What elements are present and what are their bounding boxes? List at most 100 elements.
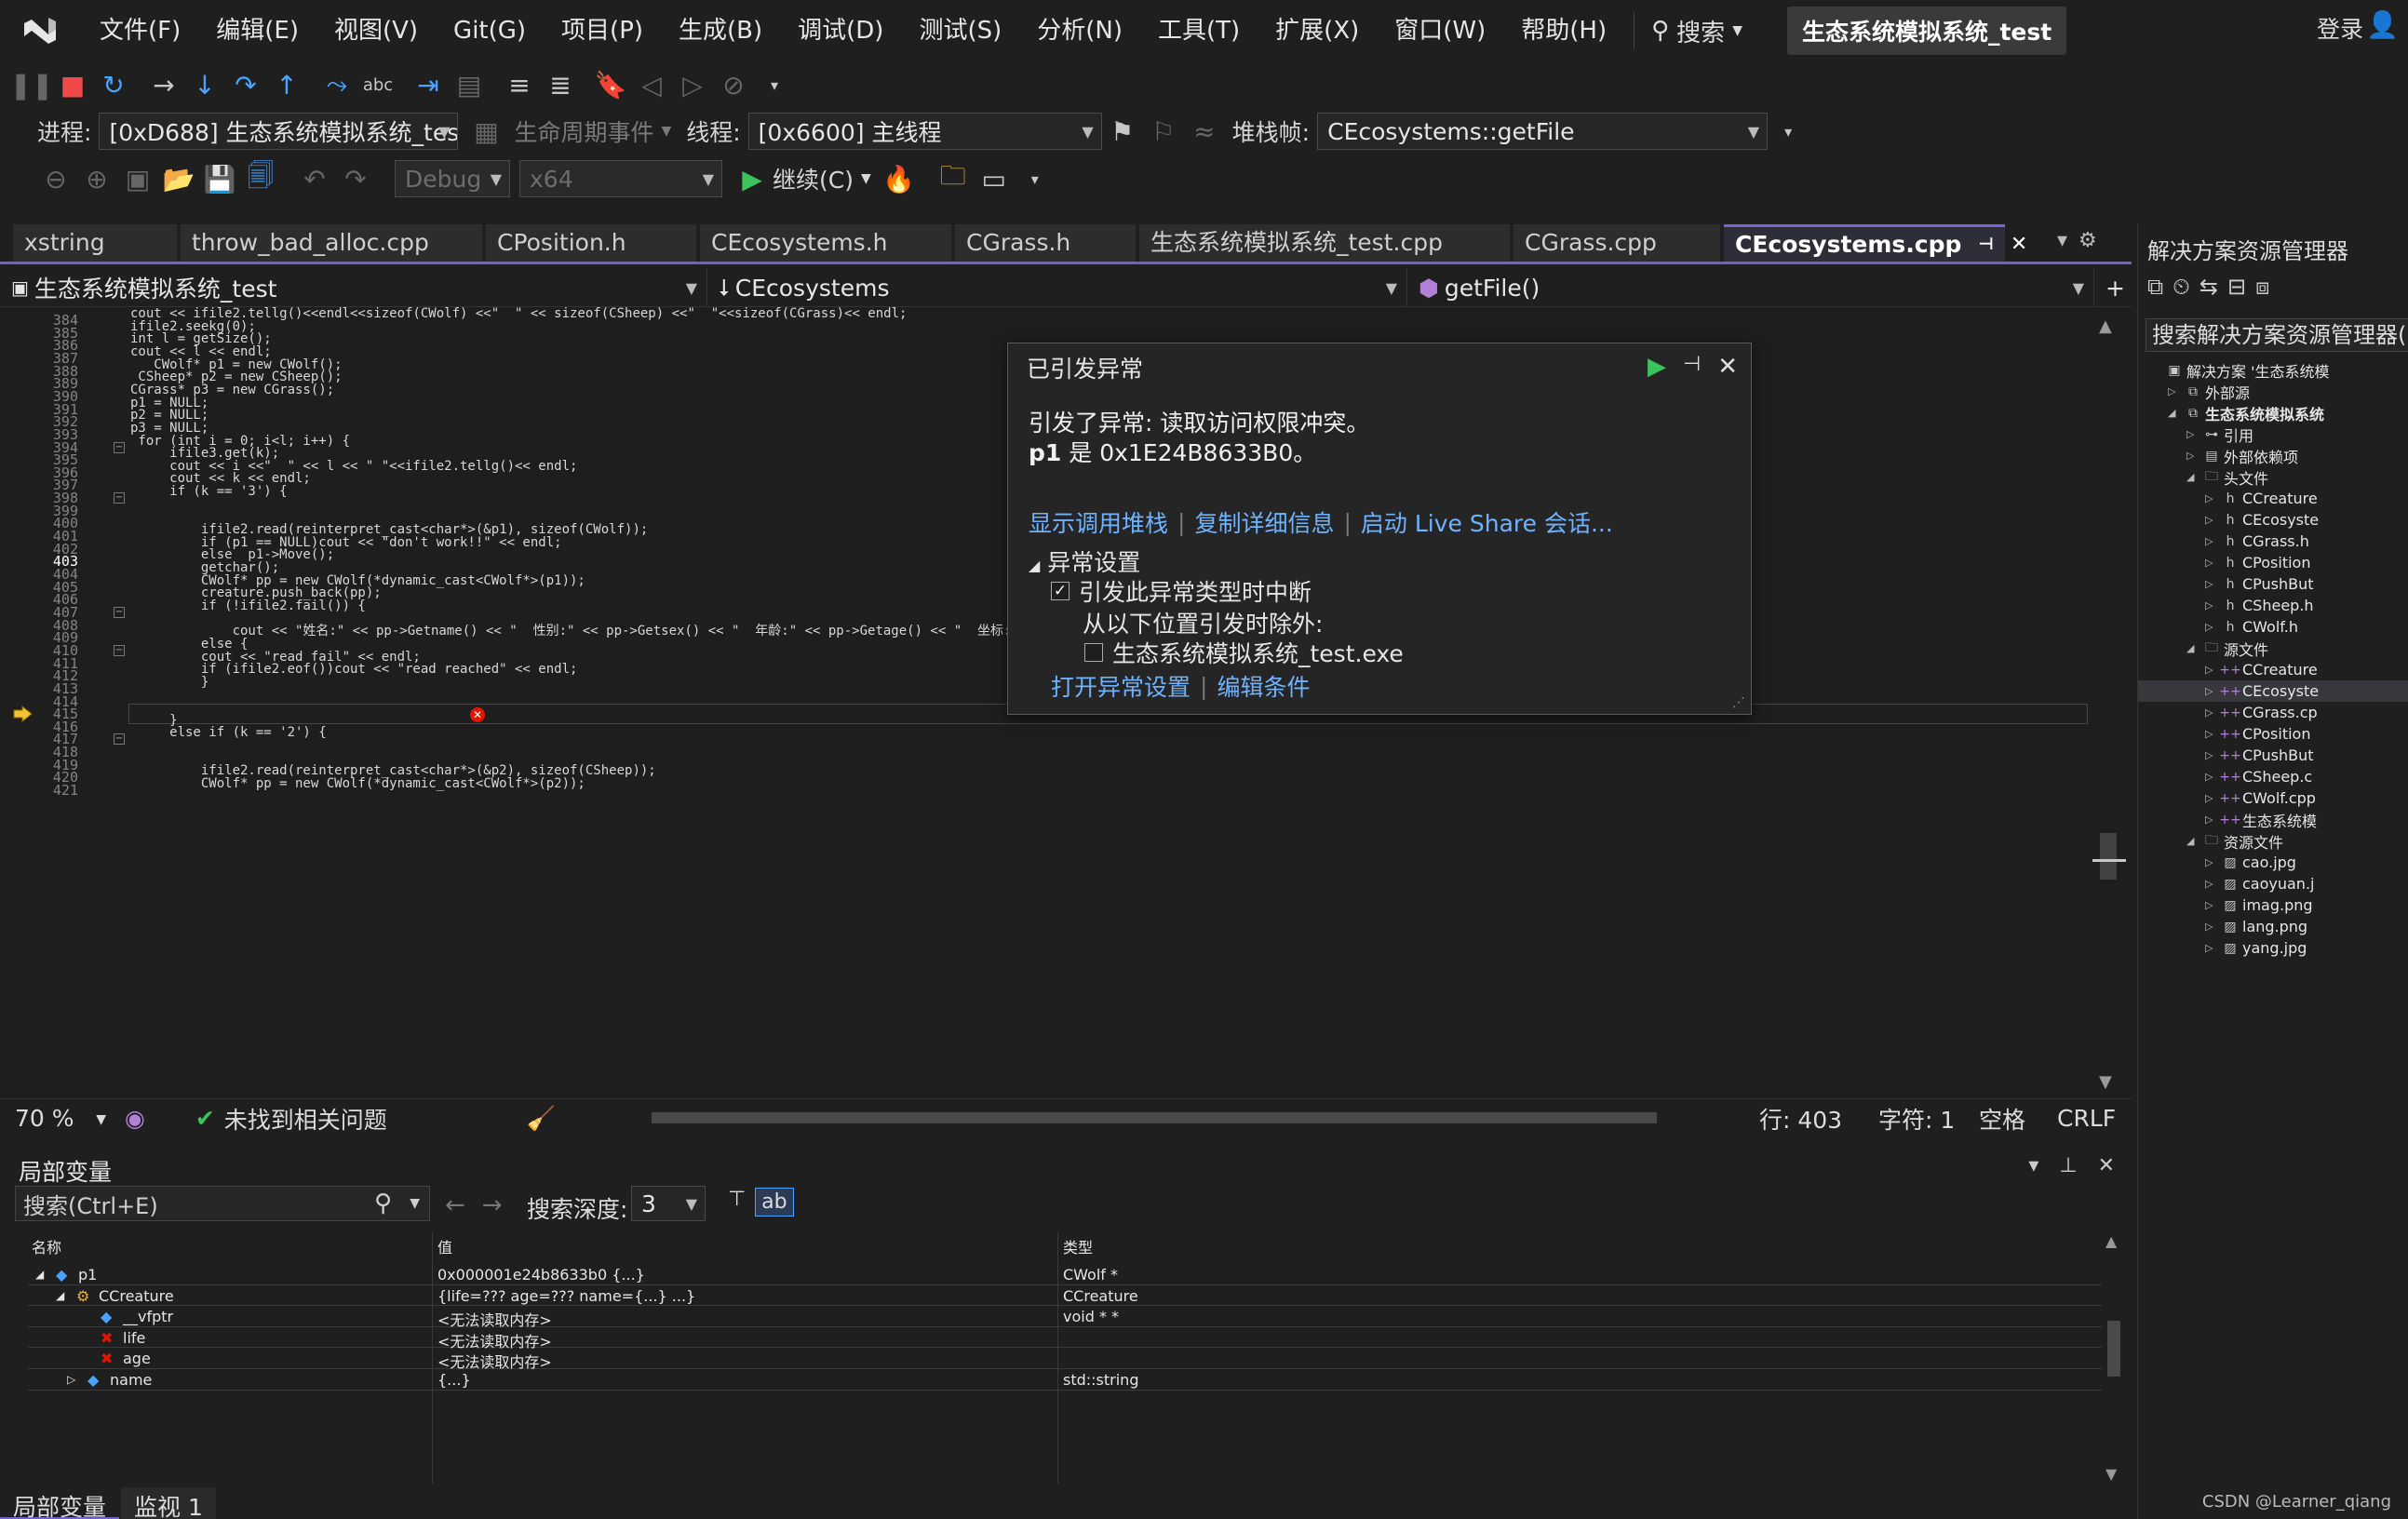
column-header-value[interactable]: 值 (437, 1235, 452, 1257)
scroll-thumb[interactable] (2107, 1321, 2120, 1377)
menu-view[interactable]: 视图(V) (316, 0, 436, 61)
pin-icon[interactable]: ⊣ (1683, 353, 1701, 381)
expand-toggle-icon[interactable]: ▷ (2205, 578, 2213, 590)
lifecycle-events-button[interactable]: 生命周期事件 (514, 114, 653, 148)
solution-tree-node[interactable]: ▷ ▨ cao.jpg (2138, 852, 2408, 873)
expand-toggle-icon[interactable]: ▷ (67, 1373, 75, 1386)
open-file-icon[interactable]: 📂 (158, 158, 199, 199)
redo-icon[interactable]: ↷ (335, 158, 376, 199)
continue-icon[interactable]: ▶ (732, 158, 773, 199)
flag-just-my-code-icon[interactable]: ⚐ (1143, 111, 1184, 152)
history-icon[interactable]: ⏲ (2173, 274, 2190, 300)
solution-tree-node[interactable]: ▷ ++ CPosition (2138, 723, 2408, 745)
stop-debugging-icon[interactable]: ■ (52, 64, 93, 105)
line-indicator[interactable]: 行: 403 (1759, 1102, 1842, 1136)
global-search-button[interactable]: ⚲ 搜索 ▼ (1634, 12, 1759, 49)
solution-tree-node[interactable]: ◢ 🗀 源文件 (2138, 638, 2408, 659)
chevron-down-icon[interactable]: ▼ (410, 1196, 420, 1211)
solution-tree-node[interactable]: ▷ ++ CPushBut (2138, 745, 2408, 766)
solution-tree-node[interactable]: ▷ ▨ lang.png (2138, 916, 2408, 937)
code-cleanup-icon[interactable]: 🧹 (527, 1105, 556, 1133)
solution-tree-node[interactable]: ◢ ⧉ 生态系统模拟系统 (2138, 402, 2408, 423)
navigate-back-icon[interactable]: ⊖ (35, 158, 76, 199)
menu-window[interactable]: 窗口(W) (1377, 0, 1503, 61)
spell-check-icon[interactable]: abc (357, 64, 398, 105)
next-bookmark-icon[interactable]: ▷ (672, 64, 713, 105)
locals-search-input[interactable]: 搜索(Ctrl+E) ⚲ ▼ (15, 1186, 430, 1221)
tab-cecosystems-cpp[interactable]: CEcosystems.cpp ⊣ ✕ (1724, 224, 2027, 263)
search-next-icon[interactable]: → (482, 1191, 503, 1219)
show-call-stack-link[interactable]: 显示调用堆栈 (1029, 505, 1168, 539)
solution-tree-node[interactable]: ▷ ▨ imag.png (2138, 894, 2408, 916)
solution-tree-node[interactable]: ▷ ++ CWolf.cpp (2138, 787, 2408, 809)
expand-toggle-icon[interactable]: ▷ (2186, 428, 2194, 440)
login-link[interactable]: 登录 (2317, 11, 2363, 45)
eol-indicator[interactable]: CRLF (2057, 1105, 2116, 1132)
solution-tree-node[interactable]: ▷ h CSheep.h (2138, 595, 2408, 616)
expand-toggle-icon[interactable]: ▷ (2205, 792, 2213, 804)
expand-toggle-icon[interactable]: ◢ (35, 1268, 44, 1281)
solution-tree-node[interactable]: ▣ 解决方案 '生态系统模 (2138, 359, 2408, 381)
expand-toggle-icon[interactable]: ▷ (2205, 557, 2213, 569)
sync-icon[interactable]: ⇆ (2199, 274, 2218, 300)
tab-locals[interactable]: 局部变量 (0, 1487, 120, 1519)
solution-tree-node[interactable]: ◢ 🗀 头文件 (2138, 466, 2408, 488)
expand-toggle-icon[interactable]: ▷ (2205, 706, 2213, 719)
prev-bookmark-icon[interactable]: ◁ (631, 64, 672, 105)
live-share-link[interactable]: 启动 Live Share 会话... (1361, 505, 1613, 539)
break-all-icon[interactable]: ❚❚ (10, 64, 54, 105)
column-header-type[interactable]: 类型 (1063, 1235, 1093, 1257)
run-to-cursor-icon[interactable]: ⇥ (408, 64, 449, 105)
solution-tree-node[interactable]: ▷ ++ CGrass.cp (2138, 702, 2408, 723)
toolbar-overflow-icon[interactable]: ▾ (754, 64, 795, 105)
save-all-icon[interactable]: 🗐 (240, 158, 281, 199)
platform-combo[interactable]: x64 ▼ (519, 160, 722, 197)
search-icon[interactable]: ⚲ (374, 1190, 392, 1217)
solution-tree-node[interactable]: ▷ h CWolf.h (2138, 616, 2408, 638)
locals-row[interactable]: ▷ ◆ name {...} std::string (28, 1369, 2102, 1391)
view-as-string-icon[interactable]: ab (755, 1188, 794, 1217)
pin-member-icon[interactable]: ⊤ (728, 1188, 746, 1217)
code-line[interactable]: else if (k == '2') { (130, 726, 2132, 739)
locals-row[interactable]: ◢ ⚙ CCreature {life=??? age=??? name={...} … (28, 1285, 2102, 1307)
char-indicator[interactable]: 字符: 1 (1878, 1102, 1955, 1136)
solution-tree-node[interactable]: ▷ ++ CCreature (2138, 659, 2408, 680)
solution-tree-node[interactable]: ▷ h CPosition (2138, 552, 2408, 573)
expand-toggle-icon[interactable]: ▷ (2205, 899, 2213, 911)
solution-tree-node[interactable]: ▷ h CCreature (2138, 488, 2408, 509)
tab-list-icon[interactable]: ▾ (2057, 229, 2067, 252)
restart-icon[interactable]: ↻ (93, 64, 134, 105)
expand-toggle-icon[interactable]: ◢ (2186, 471, 2194, 483)
menu-tools[interactable]: 工具(T) (1140, 0, 1258, 61)
issues-status[interactable]: 未找到相关问题 (224, 1102, 387, 1136)
expand-toggle-icon[interactable]: ▷ (2205, 492, 2213, 504)
fold-toggle-icon[interactable]: − (114, 644, 125, 656)
tab-throw-bad-alloc[interactable]: throw_bad_alloc.cpp (181, 224, 482, 262)
expand-toggle-icon[interactable]: ▷ (2205, 599, 2213, 612)
pin-icon[interactable]: ⊣ (1978, 226, 1993, 263)
settings-gear-icon[interactable]: ⚙ (2078, 229, 2097, 252)
step-over-icon[interactable]: ↷ (225, 64, 266, 105)
project-dropdown[interactable]: ▣ 生态系统模拟系统_test ▼ (0, 268, 707, 307)
edit-conditions-link[interactable]: 编辑条件 (1217, 669, 1310, 703)
expand-toggle-icon[interactable]: ▷ (2205, 749, 2213, 761)
scroll-down-icon[interactable]: ▼ (2099, 1072, 2112, 1092)
solution-tree-node[interactable]: ▷ ++ CSheep.c (2138, 766, 2408, 787)
toolbar-overflow-icon[interactable]: ▾ (1768, 111, 1809, 152)
menu-edit[interactable]: 编辑(E) (198, 0, 316, 61)
stackframe-combo[interactable]: CEcosystems::getFile ▼ (1317, 113, 1769, 150)
expand-toggle-icon[interactable]: ▷ (2186, 450, 2194, 462)
toolbar-overflow-icon[interactable]: ▾ (1015, 158, 1056, 199)
locals-row[interactable]: ✖ age <无法读取内存> (28, 1348, 2102, 1371)
solution-tree-node[interactable]: ▷ ⊶ 引用 (2138, 423, 2408, 445)
column-header-name[interactable]: 名称 (32, 1235, 61, 1257)
layout-icon[interactable]: ▭ (974, 158, 1015, 199)
open-exception-settings-link[interactable]: 打开异常设置 (1051, 669, 1191, 703)
continue-button[interactable]: 继续(C) (773, 162, 854, 195)
exclude-exe-checkbox[interactable]: 生态系统模拟系统_test.exe (1084, 636, 1404, 669)
copilot-icon[interactable]: ◉ (125, 1105, 145, 1132)
step-into-icon[interactable]: ↓ (184, 64, 225, 105)
solution-tree-node[interactable]: ▷ h CPushBut (2138, 573, 2408, 595)
thread-combo[interactable]: [0x6600] 主线程 ▼ (747, 113, 1102, 150)
fold-toggle-icon[interactable]: − (114, 492, 125, 504)
